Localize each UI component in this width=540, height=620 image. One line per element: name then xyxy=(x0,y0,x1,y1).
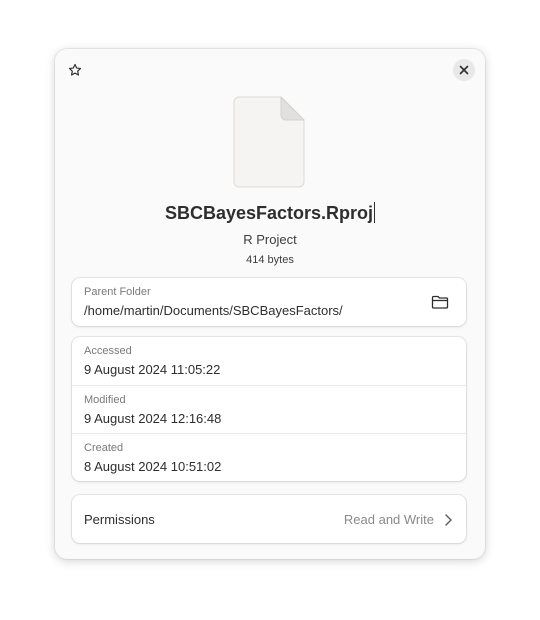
file-name-text: SBCBayesFactors.Rproj xyxy=(164,203,374,223)
date-row-accessed: Accessed 9 August 2024 11:05:22 xyxy=(72,337,466,385)
permissions-label: Permissions xyxy=(84,512,155,527)
permissions-value: Read and Write xyxy=(343,512,434,527)
chevron-right-icon xyxy=(445,514,452,526)
file-properties-dialog: SBCBayesFactors.Rproj R Project 414 byte… xyxy=(55,49,485,559)
accessed-label: Accessed xyxy=(84,345,132,357)
parent-folder-card: Parent Folder /home/martin/Documents/SBC… xyxy=(72,278,466,326)
permissions-row[interactable]: Permissions Read and Write xyxy=(72,495,466,543)
permissions-card[interactable]: Permissions Read and Write xyxy=(72,495,466,543)
accessed-value: 9 August 2024 11:05:22 xyxy=(84,362,221,377)
date-row-modified: Modified 9 August 2024 12:16:48 xyxy=(72,385,466,433)
parent-folder-label: Parent Folder xyxy=(84,286,151,298)
dates-card: Accessed 9 August 2024 11:05:22 Modified… xyxy=(72,337,466,481)
parent-folder-path: /home/martin/Documents/SBCBayesFactors/ xyxy=(84,303,343,318)
date-row-created: Created 8 August 2024 10:51:02 xyxy=(72,433,466,481)
modified-label: Modified xyxy=(84,394,126,406)
file-name-field[interactable]: SBCBayesFactors.Rproj xyxy=(55,202,485,224)
file-size: 414 bytes xyxy=(246,254,294,266)
text-caret xyxy=(374,202,376,223)
star-button[interactable] xyxy=(65,60,85,80)
close-button[interactable] xyxy=(453,59,475,81)
folder-open-icon[interactable] xyxy=(431,294,449,310)
created-value: 8 August 2024 10:51:02 xyxy=(84,459,222,474)
file-type: R Project xyxy=(243,232,297,247)
parent-folder-row: Parent Folder /home/martin/Documents/SBC… xyxy=(72,278,466,326)
close-icon xyxy=(459,65,469,75)
generic-file-icon xyxy=(233,96,305,188)
created-label: Created xyxy=(84,442,124,454)
star-outline-icon xyxy=(68,63,82,76)
modified-value: 9 August 2024 12:16:48 xyxy=(84,411,222,426)
